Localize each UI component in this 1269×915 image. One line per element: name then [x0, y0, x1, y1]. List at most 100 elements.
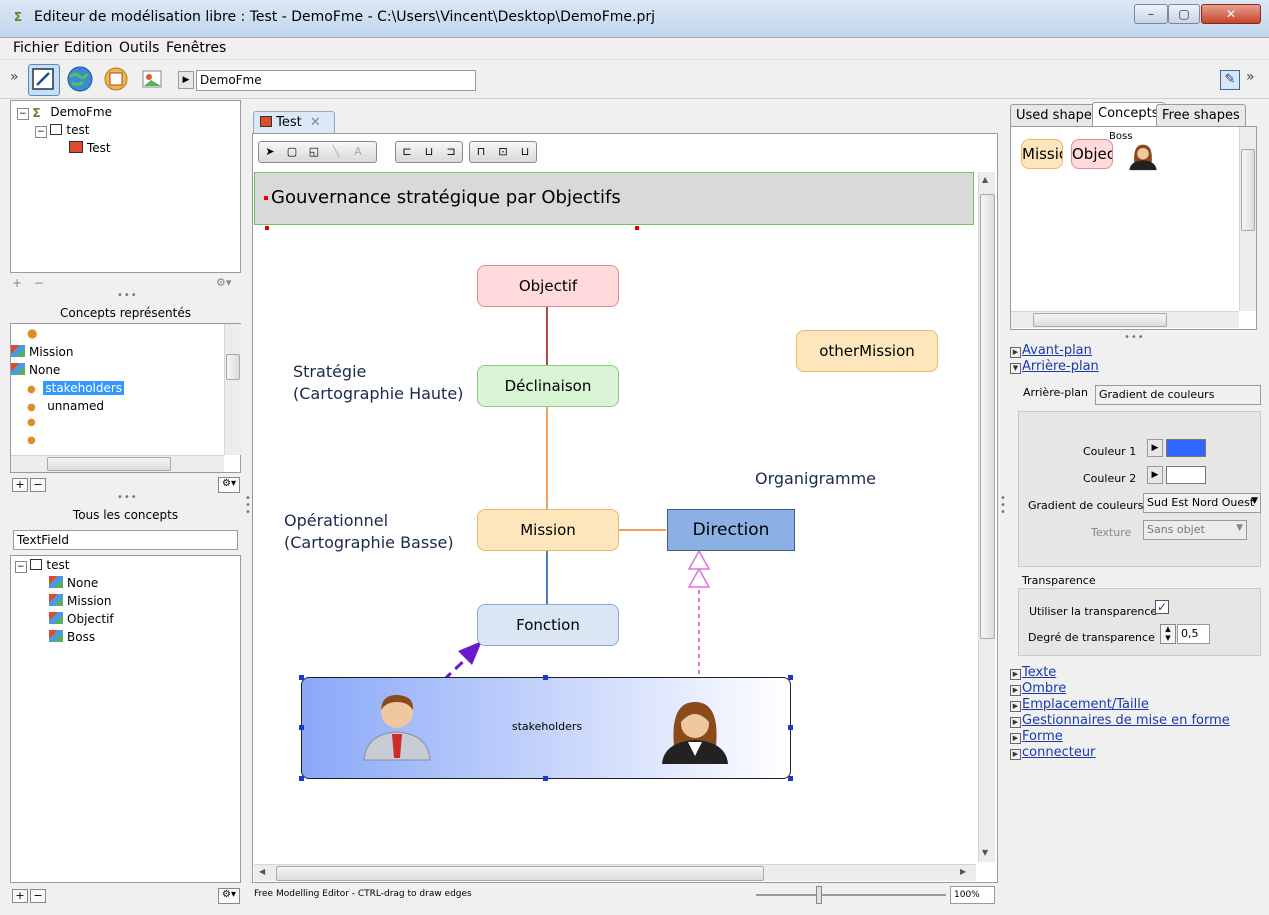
- settings-gear-icon[interactable]: ⚙▾: [218, 477, 240, 493]
- node-direction[interactable]: Direction: [667, 509, 795, 551]
- add-button[interactable]: +: [12, 478, 28, 492]
- node-other-mission[interactable]: otherMission: [796, 330, 938, 372]
- section-forme[interactable]: ▶ Forme: [1010, 729, 1063, 744]
- minimize-button[interactable]: –: [1134, 4, 1168, 24]
- tree-item-test-diagram[interactable]: Test: [69, 141, 111, 155]
- splitter-handle[interactable]: •••: [245, 494, 251, 518]
- tree-item-test[interactable]: − test: [15, 558, 69, 573]
- text-tool-icon[interactable]: A: [347, 142, 369, 162]
- node-fonction[interactable]: Fonction: [477, 604, 619, 646]
- couleur1-swatch[interactable]: [1166, 439, 1206, 457]
- shapes-tool-icon[interactable]: [100, 64, 132, 96]
- section-connecteur[interactable]: ▶ connecteur: [1010, 745, 1095, 760]
- expand-chevron-icon[interactable]: »: [1246, 69, 1255, 85]
- section-arriere-plan[interactable]: ▼ Arrière-plan: [1010, 359, 1099, 374]
- list-item-stakeholders[interactable]: ● stakeholders: [27, 381, 125, 395]
- align-right-icon[interactable]: ⊐: [440, 142, 462, 162]
- selection-handle[interactable]: [543, 675, 548, 680]
- gradient-direction-select[interactable]: Sud Est Nord Ouest ▼: [1143, 493, 1261, 513]
- section-avant-plan[interactable]: ▶ Avant-plan: [1010, 343, 1092, 358]
- tree-item-test[interactable]: − test: [35, 123, 89, 138]
- vertical-scrollbar[interactable]: [224, 324, 241, 455]
- remove-button[interactable]: −: [30, 889, 46, 903]
- settings-gear-icon[interactable]: ⚙▾: [218, 888, 240, 904]
- section-ombre[interactable]: ▶ Ombre: [1010, 681, 1066, 696]
- line-tool-icon[interactable]: ╲: [325, 142, 347, 162]
- zoom-field[interactable]: 100%: [950, 886, 995, 904]
- splitter-handle[interactable]: •••: [1000, 494, 1006, 518]
- align-top-icon[interactable]: ⊓: [470, 142, 492, 162]
- tree-item-objectif[interactable]: Objectif: [49, 612, 114, 626]
- section-gestionnaires[interactable]: ▶ Gestionnaires de mise en forme: [1010, 713, 1230, 728]
- add-icon[interactable]: +: [12, 276, 22, 290]
- align-bottom-icon[interactable]: ⊔: [514, 142, 536, 162]
- selection-handle[interactable]: [299, 675, 304, 680]
- editor-mode-icon[interactable]: [28, 64, 60, 96]
- selection-handle[interactable]: [788, 675, 793, 680]
- shape-tool-icon[interactable]: ◱: [303, 142, 325, 162]
- maximize-button[interactable]: ▢: [1168, 4, 1200, 24]
- selection-handle[interactable]: [788, 776, 793, 781]
- play-icon[interactable]: ▶: [178, 71, 194, 89]
- palette-vertical-scrollbar[interactable]: [1239, 127, 1256, 311]
- tab-test[interactable]: Test ✕: [253, 111, 335, 133]
- section-emplacement-taille[interactable]: ▶ Emplacement/Taille: [1010, 697, 1149, 712]
- palette-boss-icon[interactable]: [1125, 143, 1161, 171]
- zoom-slider[interactable]: [756, 894, 946, 896]
- node-objectif[interactable]: Objectif: [477, 265, 619, 307]
- palette-objectif[interactable]: Objec: [1071, 139, 1113, 169]
- menu-fichier[interactable]: Fichier: [11, 40, 61, 56]
- tab-free-shapes[interactable]: Free shapes: [1156, 104, 1246, 126]
- image-tool-icon[interactable]: [136, 64, 168, 96]
- close-button[interactable]: ✕: [1201, 4, 1261, 24]
- menu-edition[interactable]: Edition: [62, 40, 114, 56]
- use-transparency-checkbox[interactable]: ✓: [1155, 600, 1169, 614]
- editor-vertical-scrollbar[interactable]: ▲ ▼: [978, 172, 995, 862]
- diagram-banner[interactable]: Gouvernance stratégique par Objectifs: [254, 172, 974, 225]
- close-tab-icon[interactable]: ✕: [310, 115, 321, 130]
- selection-handle[interactable]: [299, 725, 304, 730]
- add-button[interactable]: +: [12, 889, 28, 903]
- tree-item-none[interactable]: None: [49, 576, 98, 590]
- selection-handle[interactable]: [543, 776, 548, 781]
- node-mission[interactable]: Mission: [477, 509, 619, 551]
- node-stakeholders[interactable]: stakeholders: [299, 675, 793, 781]
- selection-handle[interactable]: [788, 725, 793, 730]
- align-middle-icon[interactable]: ⊡: [492, 142, 514, 162]
- remove-icon[interactable]: −: [34, 276, 44, 290]
- splitter-handle[interactable]: •••: [117, 290, 138, 301]
- splitter-handle[interactable]: •••: [1124, 332, 1145, 343]
- couleur2-swatch[interactable]: [1166, 466, 1206, 484]
- globe-icon[interactable]: [64, 64, 96, 96]
- play-icon[interactable]: ▶: [1147, 439, 1163, 457]
- list-item-mission[interactable]: Mission: [11, 345, 73, 359]
- section-texte[interactable]: ▶ Texte: [1010, 665, 1056, 680]
- list-item-none[interactable]: None: [11, 363, 60, 377]
- concept-filter-field[interactable]: TextField: [13, 530, 238, 550]
- palette-mission[interactable]: Missio: [1021, 139, 1063, 169]
- editor-horizontal-scrollbar[interactable]: ◀ ▶: [254, 864, 976, 881]
- tab-concepts[interactable]: Concepts: [1092, 102, 1165, 126]
- align-left-icon[interactable]: ⊏: [396, 142, 418, 162]
- project-path-field[interactable]: DemoFme: [196, 70, 476, 91]
- tab-used-shapes[interactable]: Used shapes: [1010, 104, 1105, 126]
- transparency-degree-field[interactable]: 0,5: [1177, 624, 1210, 644]
- tree-item-demofme[interactable]: − Ʃ DemoFme: [17, 105, 112, 120]
- menu-fenetres[interactable]: Fenêtres: [164, 40, 228, 56]
- collapse-chevron-icon[interactable]: »: [10, 69, 19, 85]
- transparency-spinner[interactable]: ▲ ▼: [1160, 624, 1176, 644]
- arriere-plan-select[interactable]: Gradient de couleurs: [1095, 385, 1261, 405]
- settings-gear-icon[interactable]: ⚙▾: [216, 276, 231, 289]
- align-center-icon[interactable]: ⊔: [418, 142, 440, 162]
- menu-outils[interactable]: Outils: [117, 40, 161, 56]
- list-item-unnamed[interactable]: ● unnamed: [27, 399, 104, 413]
- selection-handle[interactable]: [299, 776, 304, 781]
- palette-horizontal-scrollbar[interactable]: [1011, 311, 1239, 328]
- rectangle-tool-icon[interactable]: ▢: [281, 142, 303, 162]
- tree-item-mission[interactable]: Mission: [49, 594, 111, 608]
- remove-button[interactable]: −: [30, 478, 46, 492]
- horizontal-scrollbar[interactable]: [11, 455, 224, 472]
- select-arrow-icon[interactable]: ➤: [259, 142, 281, 162]
- play-icon[interactable]: ▶: [1147, 466, 1163, 484]
- node-declinaison[interactable]: Déclinaison: [477, 365, 619, 407]
